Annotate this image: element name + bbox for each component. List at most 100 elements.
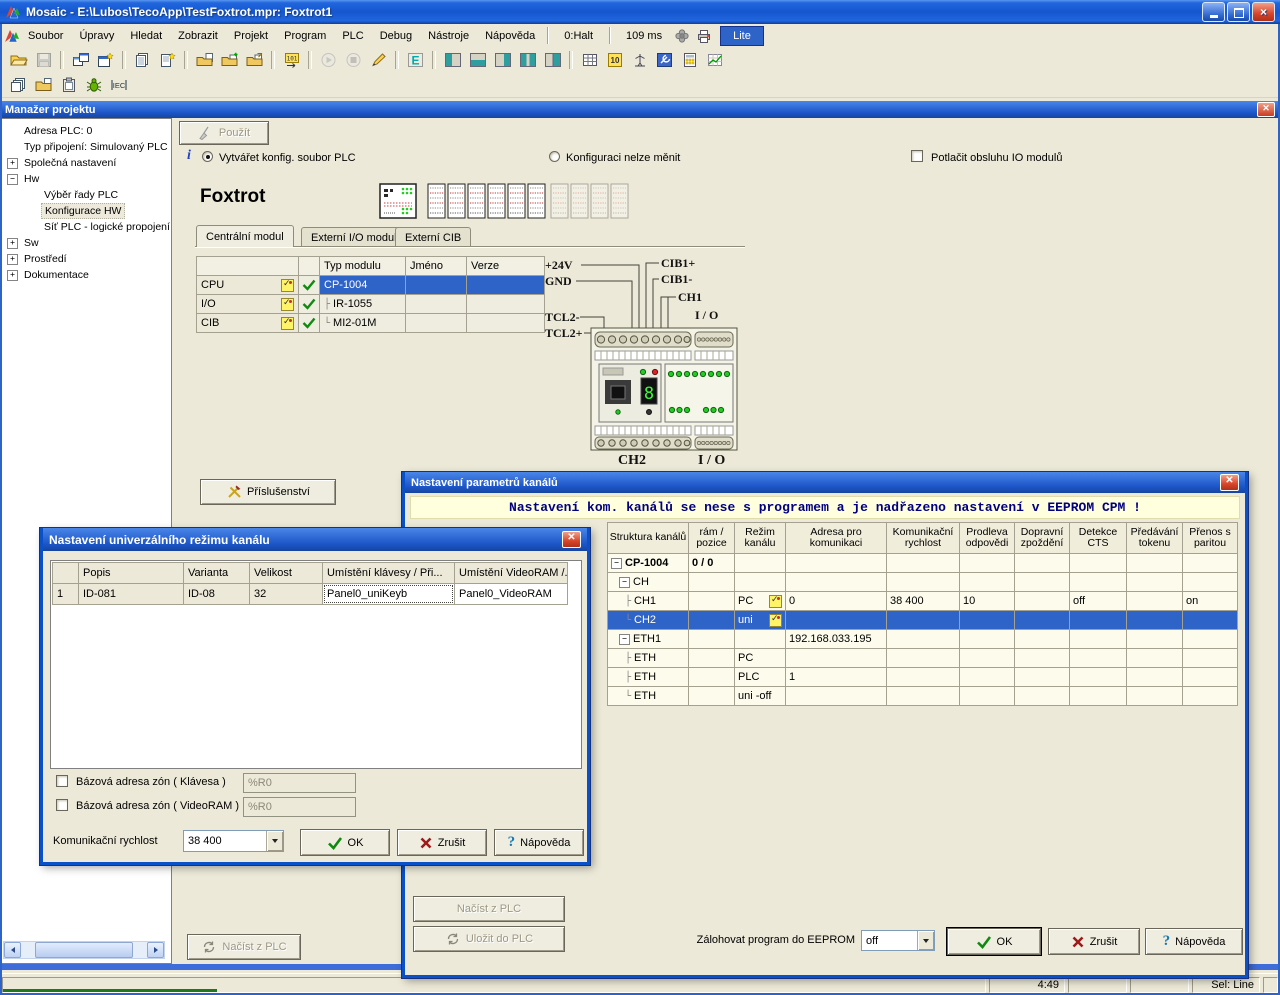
channel-response-delay-cell[interactable]: [960, 573, 1014, 591]
channel-cts-cell[interactable]: [1070, 649, 1126, 667]
stop-button[interactable]: [341, 49, 366, 71]
channel-token-cell[interactable]: [1127, 592, 1182, 610]
window-pair-button[interactable]: [68, 49, 93, 71]
edit-note-icon[interactable]: [281, 279, 294, 292]
debug-bug-button[interactable]: [81, 74, 106, 96]
channel-response-delay-cell[interactable]: 10: [960, 592, 1014, 610]
channel-token-cell[interactable]: [1127, 573, 1182, 591]
channel-transport-delay-cell[interactable]: [1015, 554, 1069, 572]
channel-address-cell[interactable]: [786, 554, 886, 572]
menu-hledat[interactable]: Hledat: [122, 27, 170, 45]
io-module-button[interactable]: 10: [602, 49, 627, 71]
collapse-icon[interactable]: −: [7, 174, 18, 185]
channel-speed-cell[interactable]: 38 400: [887, 592, 959, 610]
run-button[interactable]: [316, 49, 341, 71]
uni-velikost-cell[interactable]: 32: [250, 584, 322, 604]
channel-token-cell[interactable]: [1127, 649, 1182, 667]
channel-speed-cell[interactable]: [887, 554, 959, 572]
folder-page-button[interactable]: [192, 49, 217, 71]
channel-token-cell[interactable]: [1127, 554, 1182, 572]
menu-plc[interactable]: PLC: [334, 27, 371, 45]
channel-mode-cell[interactable]: PLC: [735, 668, 785, 686]
tree-horizontal-scrollbar[interactable]: [3, 941, 165, 959]
lite-mode-button[interactable]: Lite: [720, 26, 764, 46]
tab-central-module[interactable]: Centrální modul: [196, 225, 294, 247]
channel-address-cell[interactable]: [786, 687, 886, 705]
menu-file-icon[interactable]: [4, 28, 20, 44]
grid-table-button[interactable]: [577, 49, 602, 71]
menu-program[interactable]: Program: [276, 27, 334, 45]
io-module-slot-icon[interactable]: [527, 183, 546, 219]
tree-item-dokumentace[interactable]: +Dokumentace: [1, 267, 171, 283]
menu-projekt[interactable]: Projekt: [226, 27, 276, 45]
empty-module-slot-icon[interactable]: [550, 183, 569, 219]
channel-name-cell[interactable]: −CH: [608, 573, 688, 591]
channel-name-cell[interactable]: −ETH1: [608, 630, 688, 648]
base-address-keys-checkbox[interactable]: [56, 775, 68, 787]
channel-speed-cell[interactable]: [887, 649, 959, 667]
empty-module-slot-icon[interactable]: [590, 183, 609, 219]
base-address-video-field[interactable]: %R0: [243, 797, 356, 817]
channel-name-cell[interactable]: └ETH: [608, 687, 688, 705]
page-new-button[interactable]: [155, 49, 180, 71]
channel-parity-cell[interactable]: on: [1183, 592, 1237, 610]
channel-name-cell[interactable]: −CP-1004: [608, 554, 688, 572]
channel-speed-cell[interactable]: [887, 668, 959, 686]
channel-cts-cell[interactable]: [1070, 630, 1126, 648]
channel-dialog-close-icon[interactable]: ✕: [1220, 474, 1239, 491]
close-button[interactable]: ×: [1252, 2, 1275, 22]
dialog-save-to-plc-button[interactable]: Uložit do PLC: [413, 926, 565, 952]
central-module-icon[interactable]: [379, 183, 417, 219]
accessories-button[interactable]: Příslušenství: [200, 479, 336, 505]
eeprom-backup-select[interactable]: off: [861, 930, 935, 951]
base-address-keys-field[interactable]: %R0: [243, 773, 356, 793]
uni-keyb-location-cell[interactable]: Panel0_uniKeyb: [323, 584, 454, 604]
channel-token-cell[interactable]: [1127, 668, 1182, 686]
channel-speed-cell[interactable]: [887, 630, 959, 648]
readonly-config-radio[interactable]: [549, 151, 560, 162]
module-version-cell[interactable]: [467, 295, 544, 313]
module-category-cell[interactable]: CPU: [197, 276, 298, 294]
channel-parity-cell[interactable]: [1183, 554, 1237, 572]
module-type-cell[interactable]: └MI2-01M: [320, 314, 405, 332]
clipboard-page-button[interactable]: [56, 74, 81, 96]
menu-pravy[interactable]: Úpravy: [71, 27, 122, 45]
menu-n-stroje[interactable]: Nástroje: [420, 27, 477, 45]
uni-popis-cell[interactable]: ID-081: [79, 584, 183, 604]
uni-videoram-location-cell[interactable]: Panel0_VideoRAM: [455, 584, 567, 604]
io-module-slot-icon[interactable]: [487, 183, 506, 219]
io-module-slot-icon[interactable]: [467, 183, 486, 219]
comm-speed-select[interactable]: 38 400: [183, 830, 284, 852]
save-button[interactable]: [31, 49, 56, 71]
collapse-icon[interactable]: −: [619, 634, 630, 645]
menu-n-pov-da[interactable]: Nápověda: [477, 27, 543, 45]
channel-parity-cell[interactable]: [1183, 687, 1237, 705]
uni-help-button[interactable]: ? Nápověda: [494, 829, 584, 856]
channel-transport-delay-cell[interactable]: [1015, 592, 1069, 610]
uni-dialog-close-icon[interactable]: ✕: [562, 531, 581, 548]
channel-token-cell[interactable]: [1127, 611, 1182, 629]
module-name-cell[interactable]: [406, 314, 466, 332]
empty-module-slot-icon[interactable]: [610, 183, 629, 219]
channel-response-delay-cell[interactable]: [960, 611, 1014, 629]
channel-position-cell[interactable]: [689, 592, 734, 610]
open-folder-button[interactable]: [6, 49, 31, 71]
channel-transport-delay-cell[interactable]: [1015, 668, 1069, 686]
empty-module-slot-icon[interactable]: [570, 183, 589, 219]
module-type-cell[interactable]: ├IR-1055: [320, 295, 405, 313]
channel-position-cell[interactable]: [689, 611, 734, 629]
project-manager-close-icon[interactable]: ✕: [1257, 102, 1275, 117]
expand-icon[interactable]: +: [7, 254, 18, 265]
uni-ok-button[interactable]: OK: [300, 829, 390, 856]
channel-mode-cell[interactable]: [735, 630, 785, 648]
channel-position-cell[interactable]: [689, 687, 734, 705]
suppress-io-checkbox[interactable]: [911, 150, 923, 162]
ok-button[interactable]: OK: [947, 928, 1041, 955]
channel-mode-cell[interactable]: PC: [735, 592, 785, 610]
channel-name-cell[interactable]: ├ETH: [608, 668, 688, 686]
editor-e-button[interactable]: E: [403, 49, 428, 71]
tree-item-hw[interactable]: −Hw: [1, 171, 171, 187]
layout-columns-button[interactable]: [515, 49, 540, 71]
pos-tool-button[interactable]: [627, 49, 652, 71]
iec-languages-button[interactable]: IEC: [106, 74, 131, 96]
